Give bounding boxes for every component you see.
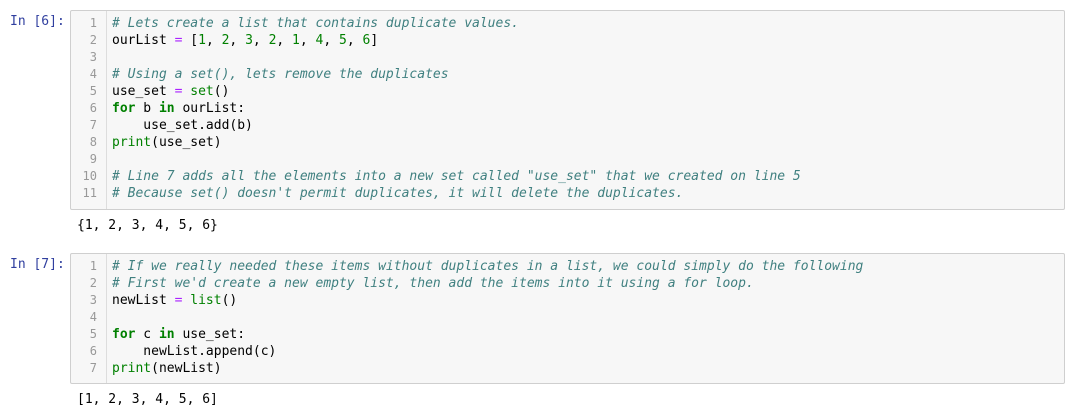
code-line[interactable]: 4 # Using a set(), lets remove the duplic… — [71, 66, 1064, 83]
code-text[interactable]: # If we really needed these items withou… — [112, 258, 863, 275]
code-line[interactable]: 2 # First we'd create a new empty list, t… — [71, 275, 1064, 292]
code-line[interactable]: 7 use_set.add(b) — [71, 117, 1064, 134]
code-line[interactable]: 4 — [71, 309, 1064, 326]
line-number: 7 — [89, 361, 97, 375]
line-number: 6 — [89, 101, 97, 115]
code-text[interactable]: newList.append(c) — [112, 343, 276, 360]
code-line[interactable]: 7 print(newList) — [71, 360, 1064, 377]
code-editor[interactable]: 1 # If we really needed these items witho… — [70, 253, 1065, 384]
code-line[interactable]: 3 newList = list() — [71, 292, 1064, 309]
line-number: 10 — [82, 169, 97, 183]
line-number: 11 — [82, 186, 97, 200]
cell-output: {1, 2, 3, 4, 5, 6} — [77, 218, 218, 233]
code-text[interactable]: for c in use_set: — [112, 326, 245, 343]
code-text[interactable]: # Because set() doesn't permit duplicate… — [112, 185, 683, 202]
code-line[interactable]: 2 ourList = [1, 2, 3, 2, 1, 4, 5, 6] — [71, 32, 1064, 49]
code-cell[interactable]: In [7]: 1 # If we really needed these ite… — [0, 251, 1078, 414]
code-text[interactable]: newList = list() — [112, 292, 237, 309]
code-line[interactable]: 5 use_set = set() — [71, 83, 1064, 100]
code-line[interactable]: 1 # If we really needed these items witho… — [71, 258, 1064, 275]
code-text[interactable]: ourList = [1, 2, 3, 2, 1, 4, 5, 6] — [112, 32, 378, 49]
code-line[interactable]: 10 # Line 7 adds all the elements into a … — [71, 168, 1064, 185]
code-line[interactable]: 1 # Lets create a list that contains dupl… — [71, 15, 1064, 32]
line-number: 9 — [89, 152, 97, 166]
line-number: 6 — [89, 344, 97, 358]
code-editor[interactable]: 1 # Lets create a list that contains dupl… — [70, 10, 1065, 210]
code-line[interactable]: 6 for b in ourList: — [71, 100, 1064, 117]
code-line[interactable]: 6 newList.append(c) — [71, 343, 1064, 360]
code-line[interactable]: 3 — [71, 49, 1064, 66]
code-line[interactable]: 8 print(use_set) — [71, 134, 1064, 151]
code-line[interactable]: 5 for c in use_set: — [71, 326, 1064, 343]
line-number: 8 — [89, 135, 97, 149]
line-number: 1 — [89, 16, 97, 30]
code-text[interactable]: # First we'd create a new empty list, th… — [112, 275, 754, 292]
line-number: 5 — [89, 327, 97, 341]
code-text[interactable]: print(newList) — [112, 360, 222, 377]
line-number: 5 — [89, 84, 97, 98]
line-number: 4 — [89, 310, 97, 324]
code-text[interactable]: # Lets create a list that contains dupli… — [112, 15, 519, 32]
code-text[interactable]: for b in ourList: — [112, 100, 245, 117]
line-number: 2 — [89, 276, 97, 290]
code-cell[interactable]: In [6]: 1 # Lets create a list that conta… — [0, 8, 1078, 238]
code-text[interactable]: use_set = set() — [112, 83, 229, 100]
code-text[interactable]: # Line 7 adds all the elements into a ne… — [112, 168, 801, 185]
cell-output: [1, 2, 3, 4, 5, 6] — [77, 392, 218, 407]
code-line[interactable]: 9 — [71, 151, 1064, 168]
code-text[interactable]: use_set.add(b) — [112, 117, 253, 134]
code-text[interactable]: # Using a set(), lets remove the duplica… — [112, 66, 449, 83]
line-number: 2 — [89, 33, 97, 47]
line-number: 3 — [89, 50, 97, 64]
line-number: 1 — [89, 259, 97, 273]
input-prompt: In [7]: — [10, 257, 65, 272]
code-line[interactable]: 11 # Because set() doesn't permit duplica… — [71, 185, 1064, 202]
input-prompt: In [6]: — [10, 14, 65, 29]
code-text[interactable]: print(use_set) — [112, 134, 222, 151]
line-number: 7 — [89, 118, 97, 132]
line-number: 4 — [89, 67, 97, 81]
line-number: 3 — [89, 293, 97, 307]
